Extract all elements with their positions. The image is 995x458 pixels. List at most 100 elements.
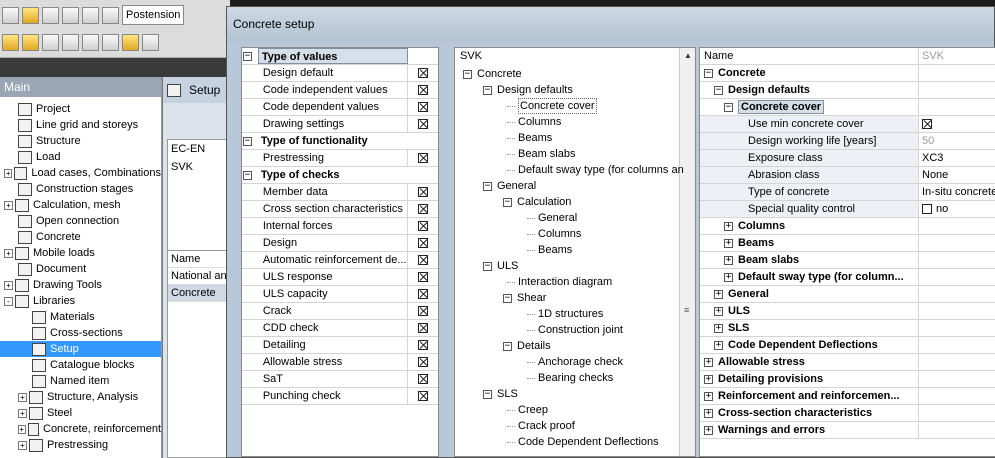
main-tree-item[interactable]: Project [0,101,161,117]
collapse-icon[interactable]: - [4,296,13,306]
expand-icon[interactable]: + [704,391,713,401]
collapse-icon[interactable]: − [503,341,512,351]
property-row[interactable]: + Detailing provisions [700,371,995,388]
setup-grid-row[interactable]: National an [168,268,228,285]
property-row[interactable]: + Cross-section characteristics [700,405,995,422]
grid-2-icon[interactable] [62,33,79,51]
property-value[interactable]: None [919,167,995,183]
project-combo[interactable]: Postension [122,5,184,25]
setup-tree-item[interactable]: Construction joint [523,322,623,338]
main-tree-item[interactable]: + Mobile loads [0,245,161,261]
expand-icon[interactable]: + [704,425,713,435]
setup-tree-item[interactable]: − Shear [503,290,546,306]
collapse-icon[interactable]: − [483,181,492,191]
property-row[interactable]: Exposure class XC3 [700,150,995,167]
type-option-row[interactable]: Punching check [242,388,438,405]
property-value[interactable] [919,286,995,302]
property-row[interactable]: + Beams [700,235,995,252]
collapse-icon[interactable]: − [242,170,252,180]
property-value[interactable] [919,320,995,336]
expand-icon[interactable]: + [4,248,13,258]
setup-tree-item[interactable]: 1D structures [523,306,603,322]
collapse-icon[interactable]: − [242,136,252,146]
expand-icon[interactable]: + [714,340,723,350]
type-option-row[interactable]: Drawing settings [242,116,438,133]
type-option-row[interactable]: Prestressing [242,150,438,167]
setup-tree-item[interactable]: Interaction diagram [503,274,612,290]
property-row[interactable]: + Beam slabs [700,252,995,269]
expand-icon[interactable]: + [714,306,723,316]
type-option-row[interactable]: Internal forces [242,218,438,235]
collapse-icon[interactable]: − [463,69,472,79]
setup-code-item[interactable]: SVK [168,158,228,176]
row-expander[interactable]: − [242,133,258,149]
property-value[interactable] [919,269,995,285]
checkbox[interactable] [418,391,429,401]
main-tree-item[interactable]: Named item [0,373,161,389]
property-value[interactable] [919,303,995,319]
property-value[interactable]: 50 [919,133,995,149]
type-option-row[interactable]: Crack [242,303,438,320]
collapse-icon[interactable]: − [503,197,512,207]
property-value[interactable] [919,65,995,81]
expand-icon[interactable]: + [18,408,27,418]
setup-code-item[interactable]: EC-EN [168,140,228,158]
main-tree-item[interactable]: Document [0,261,161,277]
setup-tree-item[interactable]: Columns [503,114,561,130]
collapse-icon[interactable]: − [724,102,733,112]
scroll-grip-icon[interactable]: ≡ [684,305,689,315]
checkbox[interactable] [418,85,429,95]
expand-icon[interactable]: + [704,374,713,384]
type-option-row[interactable]: Automatic reinforcement de... [242,252,438,269]
setup-tree-item[interactable]: − Concrete [463,66,522,82]
checkbox[interactable] [418,153,429,163]
property-value[interactable] [919,99,995,115]
property-row[interactable]: + ULS [700,303,995,320]
view-icon[interactable] [102,33,119,51]
property-value[interactable] [919,82,995,98]
property-value[interactable] [919,252,995,268]
checkbox[interactable] [922,204,932,214]
expand-icon[interactable]: + [4,168,13,178]
main-tree-item[interactable]: - Libraries [0,293,161,309]
property-row[interactable]: Use min concrete cover [700,116,995,133]
checkbox[interactable] [418,272,429,282]
main-tree-item[interactable]: + Prestressing [0,437,161,453]
main-tree-item[interactable]: + Structure, Analysis [0,389,161,405]
type-option-row[interactable]: SaT [242,371,438,388]
setup-tree-item[interactable]: Beam slabs [503,146,575,162]
grid-icon[interactable] [42,33,59,51]
tree-scrollbar[interactable]: ▲ ≡ [679,48,695,456]
main-tree-item[interactable]: + Drawing Tools [0,277,161,293]
checkbox[interactable] [418,357,429,367]
main-tree-item[interactable]: Setup [0,341,161,357]
setup-tree-item[interactable]: Concrete cover [503,98,597,114]
expand-icon[interactable]: + [18,440,27,450]
property-row[interactable]: + Reinforcement and reinforcemen... [700,388,995,405]
setup-grid-row[interactable]: Name [168,251,228,268]
frame-icon[interactable] [122,33,139,51]
checkbox[interactable] [418,102,429,112]
property-value[interactable] [919,405,995,421]
row-expander[interactable]: − [242,48,258,64]
main-tree-item[interactable]: Load [0,149,161,165]
grid-3-icon[interactable] [82,33,99,51]
checkbox[interactable] [418,238,429,248]
dialog-title[interactable]: Concrete setup [227,7,994,41]
type-option-row[interactable]: Cross section characteristics [242,201,438,218]
expand-icon[interactable]: + [714,289,723,299]
property-row[interactable]: Special quality control no [700,201,995,218]
expand-icon[interactable]: + [704,408,713,418]
setup-tree-item[interactable]: General [523,210,577,226]
type-option-row[interactable]: Design default [242,65,438,82]
column-icon[interactable] [142,33,159,51]
redo-icon[interactable] [82,6,99,24]
row-expander[interactable]: − [242,167,258,183]
main-tree-item[interactable]: Construction stages [0,181,161,197]
setup-tree-item[interactable]: Bearing checks [523,370,613,386]
layer-active-icon[interactable] [22,33,39,51]
checkbox[interactable] [418,323,429,333]
main-tree-item[interactable]: + Steel [0,405,161,421]
collapse-icon[interactable]: − [704,68,713,78]
checkbox[interactable] [418,204,429,214]
